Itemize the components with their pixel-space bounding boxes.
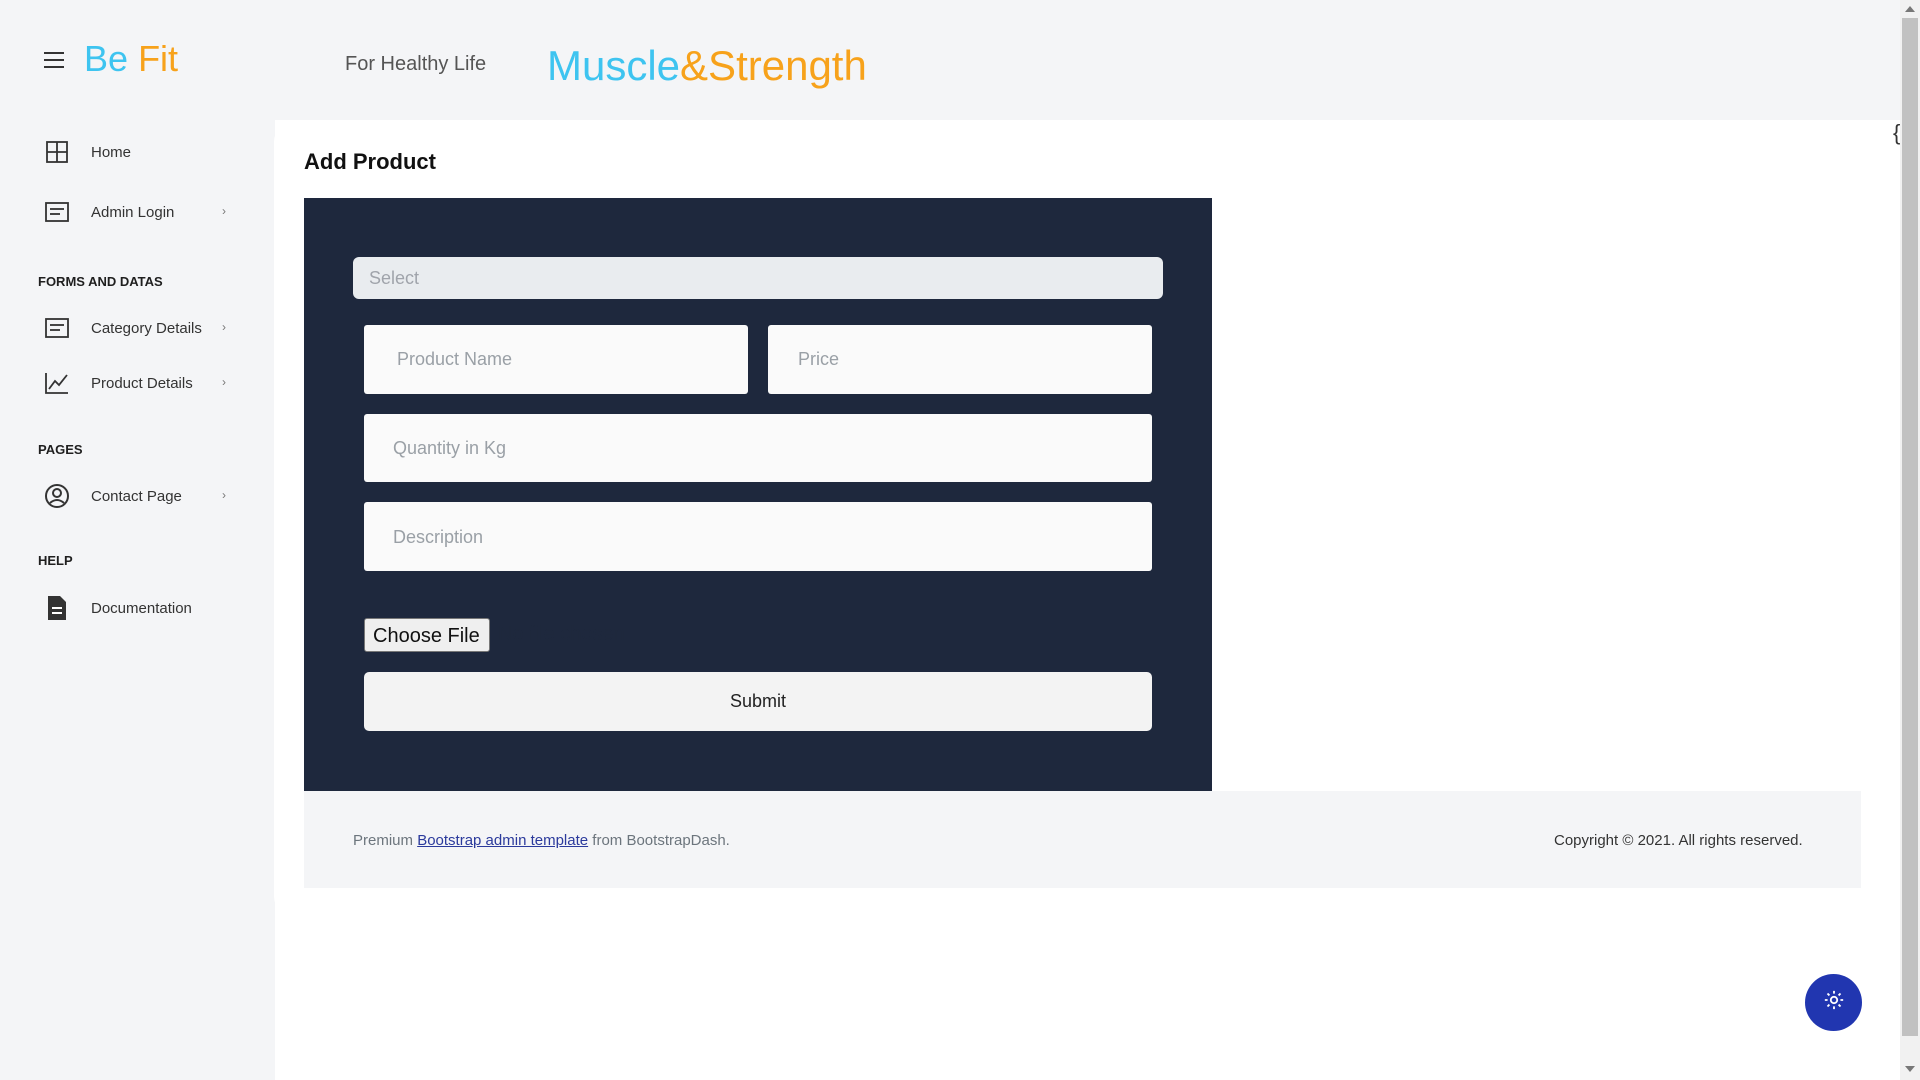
quantity-placeholder: Quantity in Kg bbox=[393, 438, 507, 458]
sidebar-item-label: Category Details bbox=[91, 319, 202, 337]
logo-part-2: &Strength bbox=[680, 42, 867, 89]
site-logo: Muscle&Strength bbox=[547, 42, 867, 90]
sidebar-item-label: Documentation bbox=[91, 599, 192, 617]
brand-part-2: Fit bbox=[138, 38, 179, 79]
sidebar-item-label: Product Details bbox=[91, 374, 193, 392]
stray-brace-text: { bbox=[1893, 120, 1901, 145]
chevron-right-icon: › bbox=[222, 375, 226, 389]
grid-icon bbox=[44, 139, 70, 165]
sidebar-item-category-details[interactable]: Category Details › bbox=[44, 313, 234, 343]
sidebar-item-product-details[interactable]: Product Details › bbox=[44, 368, 234, 398]
choose-file-label: Choose File bbox=[373, 625, 480, 647]
price-input[interactable]: Price bbox=[768, 325, 1152, 394]
sidebar-item-label: Home bbox=[91, 143, 132, 161]
category-select[interactable]: Select bbox=[353, 257, 1163, 299]
page-title: Add Product bbox=[304, 149, 436, 174]
file-status-text: No file chosen bbox=[498, 623, 625, 645]
section-heading-forms: FORMS AND DATAS bbox=[38, 274, 163, 289]
gear-icon bbox=[1823, 989, 1845, 1016]
chevron-right-icon: › bbox=[222, 488, 226, 502]
section-heading-pages: PAGES bbox=[38, 442, 83, 457]
tagline: For Healthy Life bbox=[345, 53, 487, 75]
sidebar-item-admin-login[interactable]: Admin Login › bbox=[44, 197, 234, 227]
brand-logo[interactable]: Be Fit bbox=[84, 38, 178, 80]
scroll-down-arrow-icon[interactable] bbox=[1905, 1066, 1915, 1072]
footer-credit: Premium Bootstrap admin template from Bo… bbox=[353, 832, 730, 849]
chart-icon bbox=[44, 370, 70, 396]
price-placeholder: Price bbox=[798, 349, 840, 369]
document-icon bbox=[44, 595, 70, 621]
footer-suffix: from BootstrapDash. bbox=[588, 832, 730, 849]
description-placeholder: Description bbox=[393, 527, 484, 547]
sidebar-item-label: Admin Login bbox=[91, 203, 175, 221]
chevron-right-icon: › bbox=[222, 320, 226, 334]
submit-label: Submit bbox=[729, 691, 787, 711]
card-icon bbox=[44, 315, 70, 341]
footer-copyright: Copyright © 2021. All rights reserved. bbox=[1554, 832, 1803, 849]
top-navbar bbox=[0, 0, 1900, 120]
select-placeholder: Select bbox=[369, 268, 420, 288]
sidebar-item-documentation[interactable]: Documentation bbox=[44, 593, 234, 623]
section-heading-help: HELP bbox=[38, 553, 73, 568]
user-circle-icon bbox=[44, 483, 70, 509]
logo-part-1: Muscle bbox=[547, 42, 681, 89]
sidebar-item-label: Contact Page bbox=[91, 487, 182, 505]
sidebar-item-home[interactable]: Home bbox=[44, 137, 234, 167]
hamburger-menu-icon[interactable] bbox=[44, 52, 64, 68]
brand-part-1: Be bbox=[84, 38, 129, 79]
chevron-right-icon: › bbox=[222, 204, 226, 218]
quantity-input[interactable]: Quantity in Kg bbox=[364, 414, 1152, 482]
settings-button[interactable] bbox=[1805, 974, 1862, 1031]
choose-file-button[interactable]: Choose File bbox=[364, 618, 490, 652]
card-icon bbox=[44, 199, 70, 225]
scrollbar-thumb[interactable] bbox=[1902, 18, 1918, 1036]
product-name-placeholder: Product Name bbox=[397, 349, 513, 369]
product-name-input[interactable]: Product Name bbox=[364, 325, 748, 394]
submit-button[interactable]: Submit bbox=[364, 672, 1152, 731]
bootstrap-template-link[interactable]: Bootstrap admin template bbox=[417, 832, 588, 849]
footer-prefix: Premium bbox=[353, 832, 418, 849]
description-input[interactable]: Description bbox=[364, 502, 1152, 571]
scroll-up-arrow-icon[interactable] bbox=[1905, 6, 1915, 12]
sidebar-item-contact-page[interactable]: Contact Page › bbox=[44, 481, 234, 511]
